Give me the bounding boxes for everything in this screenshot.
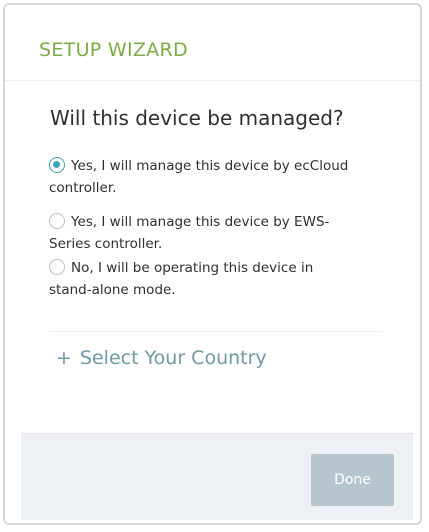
radio-button[interactable] <box>49 259 65 275</box>
option-ews-series-controller[interactable]: Yes, I will manage this device by EWS-Se… <box>49 211 349 255</box>
dialog-footer: Done <box>21 433 413 520</box>
radio-button-selected[interactable] <box>49 157 65 173</box>
option-stand-alone-mode[interactable]: No, I will be operating this device in s… <box>49 257 349 301</box>
question-heading: Will this device be managed? <box>50 106 344 130</box>
dialog-title: SETUP WIZARD <box>39 39 188 61</box>
option-label: Yes, I will manage this device by ecClou… <box>49 158 349 196</box>
select-country-link[interactable]: + Select Your Country <box>56 347 267 369</box>
done-button[interactable]: Done <box>311 454 394 506</box>
option-eccloud-controller[interactable]: Yes, I will manage this device by ecClou… <box>49 155 349 199</box>
setup-wizard-dialog: SETUP WIZARD Will this device be managed… <box>3 3 422 525</box>
option-label: No, I will be operating this device in s… <box>49 260 314 298</box>
section-divider <box>49 331 382 332</box>
option-label: Yes, I will manage this device by EWS-Se… <box>49 214 330 252</box>
plus-icon: + <box>56 347 72 369</box>
dialog-header: SETUP WIZARD <box>5 5 420 81</box>
radio-button[interactable] <box>49 213 65 229</box>
select-country-label: Select Your Country <box>79 347 267 369</box>
